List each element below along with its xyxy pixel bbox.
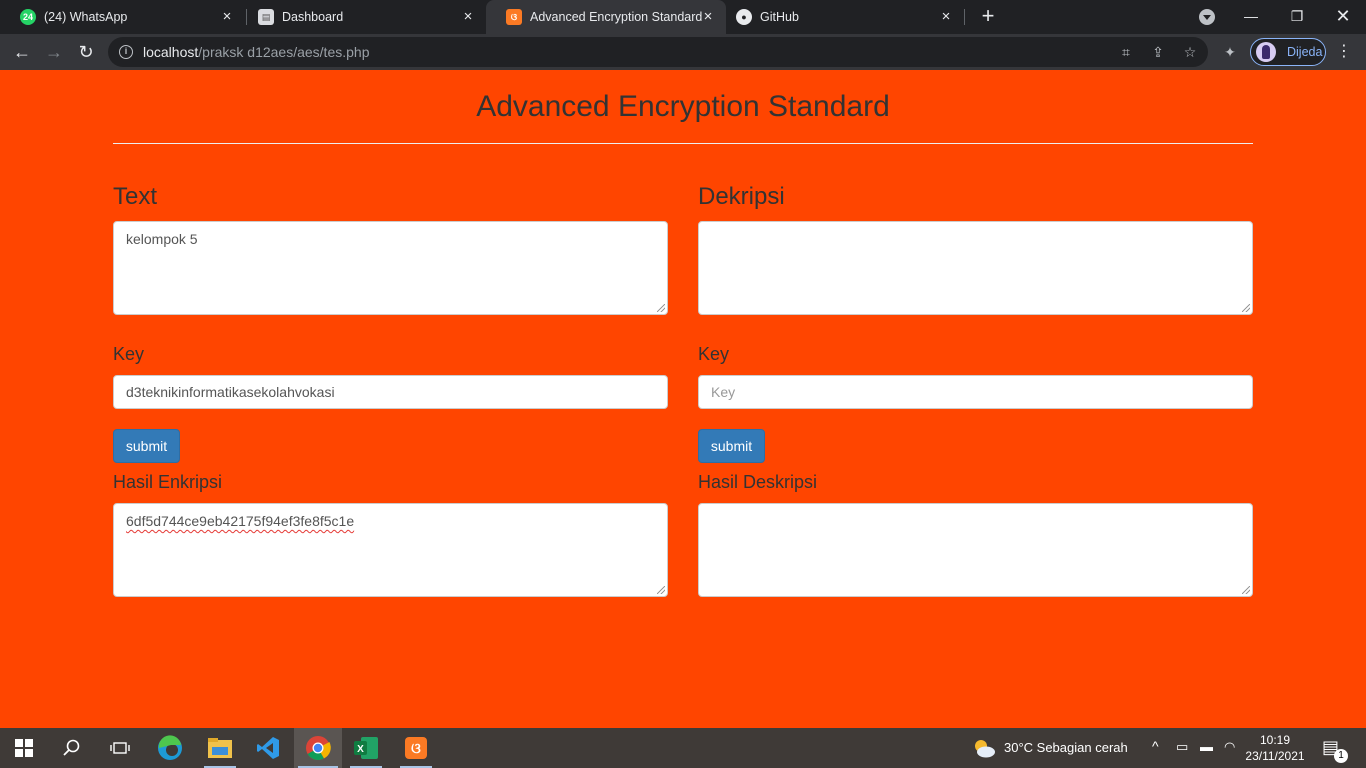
menu-kebab-icon[interactable]: ⋮ <box>1336 42 1352 62</box>
date-text: 23/11/2021 <box>1245 749 1305 763</box>
bookmark-star-icon[interactable]: ☆ <box>1182 44 1198 60</box>
chrome-app[interactable] <box>294 728 342 768</box>
share-icon[interactable]: ⇪ <box>1150 44 1166 60</box>
decrypt-submit-button[interactable]: submit <box>698 429 765 463</box>
url-text[interactable]: localhost/praksk d12aes/aes/tes.php <box>143 44 370 60</box>
xampp-app[interactable]: ଓ <box>392 728 440 768</box>
new-tab-button[interactable]: + <box>976 4 1000 28</box>
tab-label: Advanced Encryption Standard <box>530 10 703 24</box>
tab-dashboard[interactable]: ▤ Dashboard × <box>238 0 486 34</box>
svg-text:X: X <box>357 744 364 755</box>
encryption-result-label: Hasil Enkripsi <box>113 472 223 492</box>
key-label: Key <box>113 344 145 364</box>
github-icon: ● <box>736 9 752 25</box>
decryption-result-label: Hasil Deskripsi <box>698 472 818 492</box>
resize-grip-icon[interactable] <box>1242 304 1250 312</box>
meet-now-icon[interactable]: ▭ <box>1176 739 1188 755</box>
resize-grip-icon[interactable] <box>1242 586 1250 594</box>
encryption-result-textarea[interactable]: 6df5d744ce9eb42175f94ef3fe8f5c1e <box>113 503 668 597</box>
encrypt-submit-button[interactable]: submit <box>113 429 180 463</box>
avatar <box>1256 42 1276 62</box>
edge-app[interactable] <box>146 728 194 768</box>
ciphertext-textarea[interactable] <box>698 221 1253 315</box>
close-icon[interactable]: × <box>700 9 716 25</box>
edge-icon <box>158 735 182 760</box>
time-text: 10:19 <box>1259 733 1291 747</box>
reload-button[interactable]: ↻ <box>72 38 100 66</box>
minimize-button[interactable]: — <box>1228 0 1274 32</box>
encrypt-key-input[interactable]: d3teknikinformatikasekolahvokasi <box>113 375 668 409</box>
battery-icon[interactable]: ▬ <box>1200 739 1213 754</box>
resize-grip-icon[interactable] <box>657 586 665 594</box>
xampp-icon: ଓ <box>405 737 427 759</box>
plaintext-textarea[interactable]: kelompok 5 <box>113 221 668 315</box>
decrypt-key-input[interactable]: Key <box>698 375 1253 409</box>
chevron-up-icon[interactable]: ^ <box>1152 738 1159 754</box>
system-clock[interactable]: 10:19 23/11/2021 <box>1240 732 1310 764</box>
windows-taskbar: X ଓ 30°C Sebagian cerah ^ ▭ ▬ ◠ 10:19 23… <box>0 728 1366 768</box>
text-heading: Text <box>113 183 158 210</box>
address-bar[interactable]: i localhost/praksk d12aes/aes/tes.php ⌗ … <box>108 37 1208 67</box>
windows-logo-icon <box>15 739 33 757</box>
tab-label: GitHub <box>760 10 799 24</box>
weather-text[interactable]: 30°C Sebagian cerah <box>1004 740 1128 755</box>
tab-github[interactable]: ● GitHub × <box>716 0 964 34</box>
browser-toolbar: ← → ↻ i localhost/praksk d12aes/aes/tes.… <box>0 34 1366 70</box>
forward-button[interactable]: → <box>40 38 68 66</box>
wifi-icon[interactable]: ◠ <box>1224 739 1235 755</box>
folder-icon <box>208 738 232 758</box>
start-button[interactable] <box>0 728 48 768</box>
close-icon[interactable]: × <box>219 9 235 25</box>
search-icon <box>63 739 80 756</box>
restore-button[interactable]: ❐ <box>1274 0 1320 32</box>
tab-label: Dashboard <box>282 10 344 24</box>
info-icon[interactable]: i <box>119 45 133 59</box>
close-window-button[interactable]: ✕ <box>1320 0 1366 32</box>
svg-text:ଓ: ଓ <box>411 740 421 756</box>
close-icon[interactable]: × <box>460 9 476 25</box>
tab-strip: 24 (24) WhatsApp × ▤ Dashboard × ଓ Advan… <box>0 0 1366 34</box>
profile-button[interactable]: Dijeda <box>1250 38 1326 66</box>
tab-whatsapp[interactable]: 24 (24) WhatsApp × <box>0 0 245 34</box>
xampp-icon: ଓ <box>506 9 522 25</box>
plaintext-value: kelompok 5 <box>126 231 198 247</box>
key-label: Key <box>698 344 730 364</box>
tab-aes[interactable]: ଓ Advanced Encryption Standard × <box>486 0 726 34</box>
excel-icon: X <box>354 737 378 759</box>
document-icon: ▤ <box>258 9 274 25</box>
decryption-result-textarea[interactable] <box>698 503 1253 597</box>
search-button[interactable] <box>48 728 96 768</box>
page-title: Advanced Encryption Standard <box>476 90 890 123</box>
resize-grip-icon[interactable] <box>657 304 665 312</box>
vscode-icon <box>257 737 279 759</box>
page-content: Advanced Encryption Standard Text kelomp… <box>0 70 1366 728</box>
tab-label: (24) WhatsApp <box>44 10 128 24</box>
encryption-result-value: 6df5d744ce9eb42175f94ef3fe8f5c1e <box>126 513 355 529</box>
decrypt-heading: Dekripsi <box>698 183 785 210</box>
excel-app[interactable]: X <box>342 728 390 768</box>
chrome-icon <box>306 736 331 761</box>
translate-icon[interactable]: ⌗ <box>1118 44 1134 60</box>
profile-name: Dijeda <box>1287 45 1323 59</box>
task-view-icon <box>110 742 130 754</box>
file-explorer-app[interactable] <box>196 728 244 768</box>
extensions-puzzle-icon[interactable]: ✦ <box>1222 44 1238 60</box>
close-icon[interactable]: × <box>938 9 954 25</box>
divider <box>113 143 1253 144</box>
weather-partly-sunny-icon[interactable] <box>972 737 996 759</box>
whatsapp-icon: 24 <box>20 9 36 25</box>
task-view-button[interactable] <box>96 728 144 768</box>
tab-search-icon[interactable] <box>1199 9 1215 25</box>
back-button[interactable]: ← <box>8 38 36 66</box>
vscode-app[interactable] <box>244 728 292 768</box>
notification-count-badge: 1 <box>1334 749 1348 763</box>
